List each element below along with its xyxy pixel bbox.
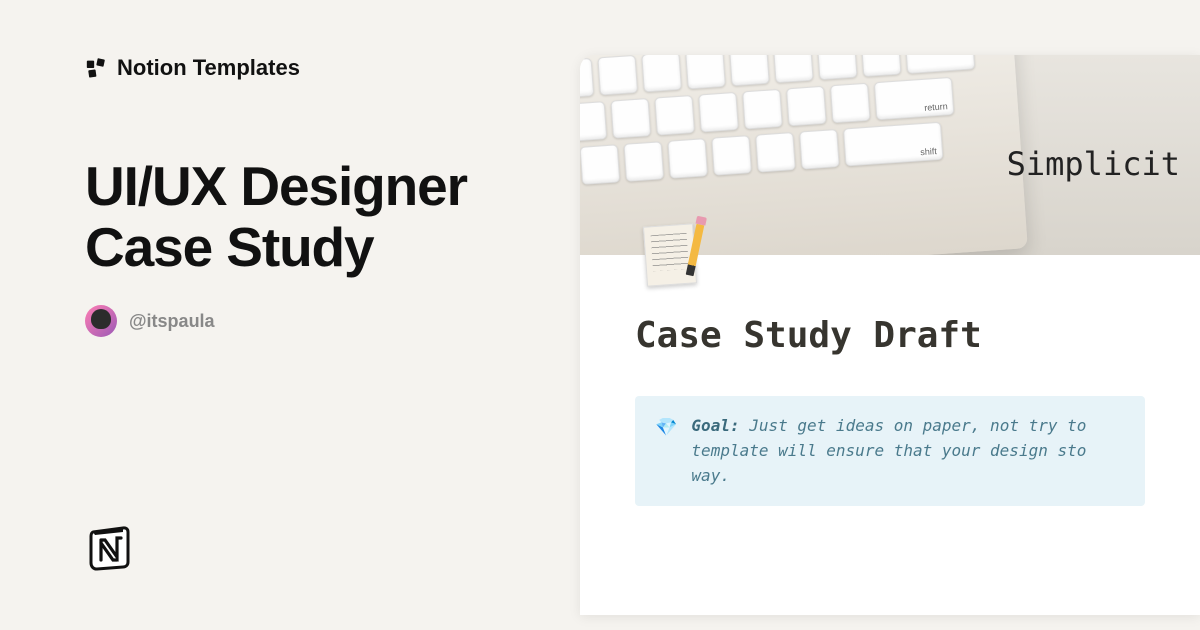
- notion-glyph-icon: [85, 57, 107, 79]
- page-title: Case Study Draft: [635, 315, 1145, 356]
- notion-logo-icon: [85, 522, 135, 572]
- shift-key: shift: [843, 122, 943, 167]
- author-row[interactable]: @itspaula: [85, 305, 545, 337]
- template-title: UI/UX Designer Case Study: [85, 156, 545, 277]
- author-avatar: [85, 305, 117, 337]
- template-preview-card: return shift Simplicit Case Study Draft …: [580, 55, 1200, 615]
- page-icon[interactable]: [635, 220, 705, 290]
- callout-text: Goal: Just get ideas on paper, not try t…: [691, 414, 1086, 488]
- author-handle: @itspaula: [129, 311, 215, 332]
- brand-name: Notion Templates: [117, 55, 300, 81]
- gem-icon: 💎: [655, 414, 677, 488]
- callout-line2: template will ensure that your design st…: [691, 441, 1086, 460]
- callout-line3: way.: [691, 466, 730, 485]
- callout-label: Goal:: [691, 416, 739, 435]
- callout-line1: Just get ideas on paper, not try to: [749, 416, 1086, 435]
- goal-callout: 💎 Goal: Just get ideas on paper, not try…: [635, 396, 1145, 506]
- return-key: return: [874, 77, 954, 120]
- brand-header: Notion Templates: [85, 55, 545, 81]
- cover-caption: Simplicit: [1007, 145, 1180, 183]
